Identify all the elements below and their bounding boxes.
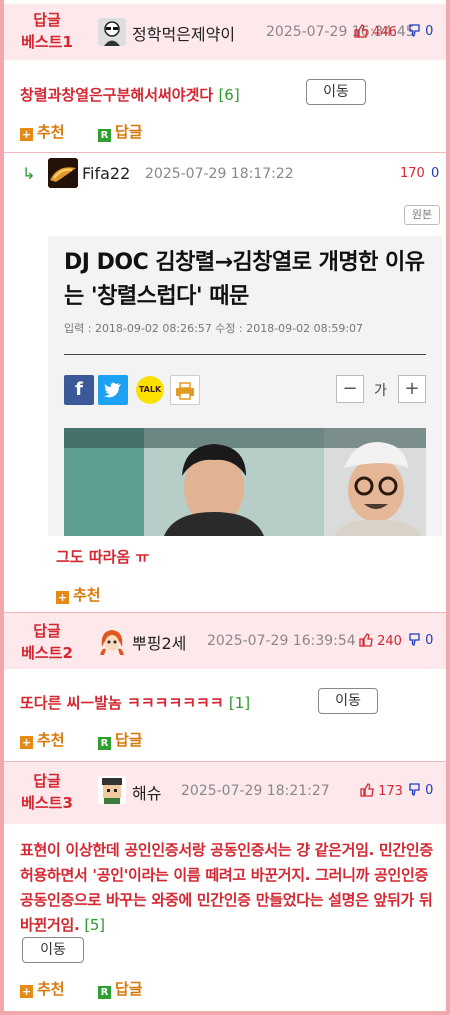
upvote-button[interactable]: 446: [354, 24, 397, 40]
best-label-line2: 베스트1: [21, 33, 73, 51]
comment-text: 또다른 씨ㅡ발놈 ㅋㅋㅋㅋㅋㅋㅋ: [20, 694, 224, 712]
recommend-label: 추천: [37, 123, 65, 141]
comment-panel: 답글 베스트1 정학먹은제약이 2025-07-29 16:34:45 446 …: [0, 0, 450, 1015]
reply-icon: R: [98, 129, 111, 142]
recommend-label: 추천: [37, 731, 65, 749]
timestamp: 2025-07-29 18:21:27: [181, 783, 330, 799]
facebook-icon: f: [64, 375, 94, 405]
timestamp: 2025-07-29 16:39:54: [207, 633, 356, 649]
thumbs-up-icon: [354, 24, 368, 38]
avatar[interactable]: [98, 18, 126, 46]
move-button[interactable]: 이동: [318, 688, 378, 714]
divider: [4, 152, 446, 153]
avatar[interactable]: [48, 158, 78, 188]
comment-text: 창렬과창열은구분해서써야겟다: [20, 86, 214, 104]
article-meta: 입력 : 2018-09-02 08:26:57 수정 : 2018-09-02…: [64, 322, 364, 335]
downvote-count[interactable]: 0: [431, 166, 439, 181]
thumbs-down-icon: [409, 633, 420, 646]
original-image-button[interactable]: 원본: [404, 205, 440, 225]
nickname[interactable]: Fifa22: [82, 164, 130, 183]
recommend-label: 추천: [73, 586, 101, 604]
downvote-button[interactable]: 0: [409, 633, 433, 648]
upvote-count: 173: [378, 784, 403, 799]
reply-button[interactable]: R 답글: [98, 729, 143, 750]
downvote-button[interactable]: 0: [409, 783, 433, 798]
reply-arrow-icon: ↳: [22, 164, 36, 183]
reply-comment-text: 그도 따라옴 ㅠ: [56, 548, 150, 566]
print-icon: [170, 375, 200, 405]
twitter-icon: [98, 375, 128, 405]
reply-button[interactable]: R 답글: [98, 121, 143, 142]
upvote-button[interactable]: 173: [360, 783, 403, 799]
plus-icon: +: [20, 736, 33, 749]
thumbs-down-icon: [409, 783, 420, 796]
reply-button[interactable]: R 답글: [98, 978, 143, 999]
recommend-label: 추천: [37, 980, 65, 998]
plus-icon: +: [56, 591, 69, 604]
comment-title-2[interactable]: 또다른 씨ㅡ발놈 ㅋㅋㅋㅋㅋㅋㅋ [1]: [20, 692, 250, 713]
downvote-count: 0: [425, 783, 434, 798]
comment-title-3[interactable]: 표현이 이상한데 공인인증서랑 공동인증서는 걍 같은거임. 민간인증 허용하면…: [20, 838, 440, 938]
move-button[interactable]: 이동: [22, 937, 84, 963]
reply-label: 답글: [115, 980, 143, 998]
article-photo: [64, 428, 426, 536]
comment-text: 표현이 이상한데 공인인증서랑 공동인증서는 걍 같은거임. 민간인증 허용하면…: [20, 841, 433, 934]
downvote-button[interactable]: 0: [409, 24, 433, 39]
upvote-button[interactable]: 240: [359, 633, 402, 649]
best-comment-1-header: 답글 베스트1 정학먹은제약이 2025-07-29 16:34:45 446 …: [4, 4, 446, 60]
reply-icon: R: [98, 737, 111, 750]
kakao-icon: TALK: [136, 376, 164, 404]
nickname[interactable]: 정학먹은제약이: [132, 21, 235, 45]
best-label-line2: 베스트2: [21, 644, 73, 662]
downvote-count: 0: [425, 633, 434, 648]
nickname[interactable]: 해슈: [132, 780, 161, 804]
reply-label: 답글: [115, 123, 143, 141]
plus-icon: +: [20, 128, 33, 141]
thumbs-down-icon: [409, 24, 420, 37]
font-size-label: 가: [374, 383, 387, 399]
article-divider: [64, 354, 426, 355]
comment-title-1[interactable]: 창렬과창열은구분해서써야겟다 [6]: [20, 84, 240, 105]
font-increase-button: +: [398, 375, 426, 403]
reply-count: [6]: [218, 86, 240, 104]
reply-count: [5]: [84, 916, 105, 934]
thumbs-up-icon: [359, 633, 373, 647]
recommend-button[interactable]: + 추천: [20, 121, 65, 142]
best-comment-2-header: 답글 베스트2 뿌핑2세 2025-07-29 16:39:54 240 0: [4, 613, 446, 669]
best-label-line1: 답글: [33, 772, 61, 790]
best-label-3: 답글 베스트3: [12, 770, 82, 814]
reply-count: [1]: [228, 694, 251, 712]
downvote-count: 0: [425, 24, 434, 39]
upvote-count: 446: [372, 25, 397, 40]
font-decrease-button: −: [336, 375, 364, 403]
upvote-count: 240: [377, 634, 402, 649]
plus-icon: +: [20, 985, 33, 998]
article-title: DJ DOC 김창렬→김창열로 개명한 이유는 '창렬스럽다' 때문: [64, 250, 425, 309]
best-label-2: 답글 베스트2: [12, 620, 82, 664]
article-screenshot: DJ DOC 김창렬→김창열로 개명한 이유는 '창렬스럽다' 때문 입력 : …: [48, 236, 442, 536]
recommend-button[interactable]: + 추천: [20, 978, 65, 999]
best-label-1: 답글 베스트1: [12, 9, 82, 53]
best-comment-3-header: 답글 베스트3 해슈 2025-07-29 18:21:27 173 0: [4, 762, 446, 824]
recommend-button[interactable]: + 추천: [56, 584, 101, 605]
best-label-line1: 답글: [33, 622, 61, 640]
thumbs-up-icon: [360, 783, 374, 797]
upvote-count[interactable]: 170: [400, 166, 425, 181]
nickname[interactable]: 뿌핑2세: [132, 630, 186, 654]
best-label-line2: 베스트3: [21, 794, 73, 812]
reply-icon: R: [98, 986, 111, 999]
avatar[interactable]: [98, 627, 126, 655]
best-label-line1: 답글: [33, 11, 61, 29]
timestamp: 2025-07-29 18:17:22: [145, 166, 294, 182]
avatar[interactable]: [98, 776, 126, 804]
reply-label: 답글: [115, 731, 143, 749]
recommend-button[interactable]: + 추천: [20, 729, 65, 750]
move-button[interactable]: 이동: [306, 79, 366, 105]
